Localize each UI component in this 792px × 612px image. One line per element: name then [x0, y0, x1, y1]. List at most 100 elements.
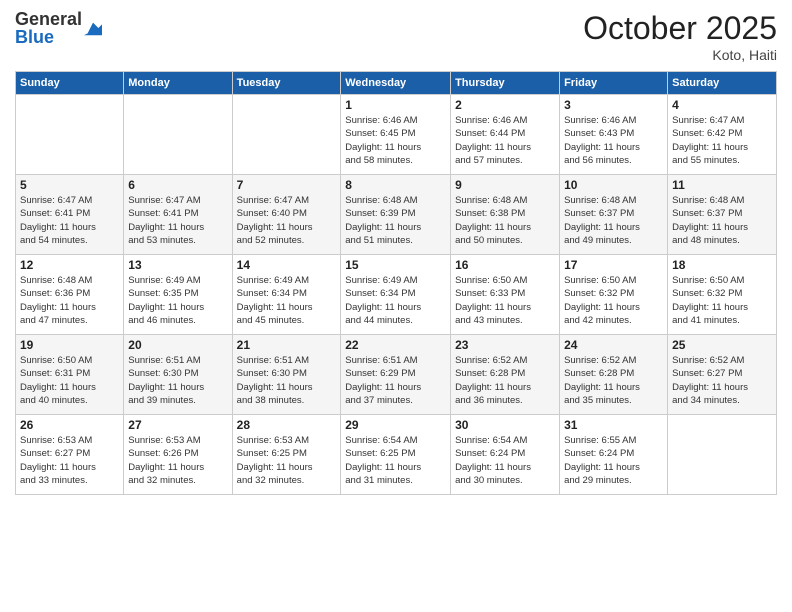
- col-sunday: Sunday: [16, 72, 124, 95]
- day-number: 7: [237, 178, 337, 192]
- header: General Blue October 2025 Koto, Haiti: [15, 10, 777, 63]
- day-number: 28: [237, 418, 337, 432]
- day-number: 30: [455, 418, 555, 432]
- logo-text: General Blue: [15, 10, 82, 46]
- day-detail: Sunrise: 6:52 AM Sunset: 6:28 PM Dayligh…: [564, 354, 663, 407]
- day-number: 21: [237, 338, 337, 352]
- day-number: 3: [564, 98, 663, 112]
- table-row: 25 Sunrise: 6:52 AM Sunset: 6:27 PM Dayli…: [668, 335, 777, 415]
- day-detail: Sunrise: 6:50 AM Sunset: 6:33 PM Dayligh…: [455, 274, 555, 327]
- day-detail: Sunrise: 6:48 AM Sunset: 6:37 PM Dayligh…: [564, 194, 663, 247]
- day-number: 5: [20, 178, 119, 192]
- day-number: 11: [672, 178, 772, 192]
- day-detail: Sunrise: 6:54 AM Sunset: 6:24 PM Dayligh…: [455, 434, 555, 487]
- day-detail: Sunrise: 6:55 AM Sunset: 6:24 PM Dayligh…: [564, 434, 663, 487]
- day-detail: Sunrise: 6:47 AM Sunset: 6:42 PM Dayligh…: [672, 114, 772, 167]
- day-detail: Sunrise: 6:54 AM Sunset: 6:25 PM Dayligh…: [345, 434, 446, 487]
- day-number: 10: [564, 178, 663, 192]
- day-detail: Sunrise: 6:52 AM Sunset: 6:28 PM Dayligh…: [455, 354, 555, 407]
- day-detail: Sunrise: 6:49 AM Sunset: 6:34 PM Dayligh…: [345, 274, 446, 327]
- table-row: 11 Sunrise: 6:48 AM Sunset: 6:37 PM Dayli…: [668, 175, 777, 255]
- table-row: 12 Sunrise: 6:48 AM Sunset: 6:36 PM Dayli…: [16, 255, 124, 335]
- day-detail: Sunrise: 6:50 AM Sunset: 6:31 PM Dayligh…: [20, 354, 119, 407]
- day-detail: Sunrise: 6:49 AM Sunset: 6:34 PM Dayligh…: [237, 274, 337, 327]
- day-detail: Sunrise: 6:48 AM Sunset: 6:39 PM Dayligh…: [345, 194, 446, 247]
- table-row: 20 Sunrise: 6:51 AM Sunset: 6:30 PM Dayli…: [124, 335, 232, 415]
- month-title: October 2025: [583, 10, 777, 47]
- day-detail: Sunrise: 6:51 AM Sunset: 6:30 PM Dayligh…: [128, 354, 227, 407]
- day-detail: Sunrise: 6:47 AM Sunset: 6:41 PM Dayligh…: [128, 194, 227, 247]
- day-detail: Sunrise: 6:51 AM Sunset: 6:30 PM Dayligh…: [237, 354, 337, 407]
- table-row: 15Sunrise: 6:49 AM Sunset: 6:34 PM Dayli…: [341, 255, 451, 335]
- table-row: 13Sunrise: 6:49 AM Sunset: 6:35 PM Dayli…: [124, 255, 232, 335]
- logo-icon: [84, 19, 102, 37]
- table-row: 10 Sunrise: 6:48 AM Sunset: 6:37 PM Dayli…: [560, 175, 668, 255]
- day-detail: Sunrise: 6:53 AM Sunset: 6:27 PM Dayligh…: [20, 434, 119, 487]
- day-detail: Sunrise: 6:48 AM Sunset: 6:37 PM Dayligh…: [672, 194, 772, 247]
- table-row: 9Sunrise: 6:48 AM Sunset: 6:38 PM Daylig…: [451, 175, 560, 255]
- table-row: [16, 95, 124, 175]
- table-row: [668, 415, 777, 495]
- day-number: 25: [672, 338, 772, 352]
- table-row: 27 Sunrise: 6:53 AM Sunset: 6:26 PM Dayli…: [124, 415, 232, 495]
- calendar-header-row: Sunday Monday Tuesday Wednesday Thursday…: [16, 72, 777, 95]
- col-saturday: Saturday: [668, 72, 777, 95]
- day-number: 4: [672, 98, 772, 112]
- day-number: 2: [455, 98, 555, 112]
- table-row: 19 Sunrise: 6:50 AM Sunset: 6:31 PM Dayli…: [16, 335, 124, 415]
- table-row: 30 Sunrise: 6:54 AM Sunset: 6:24 PM Dayli…: [451, 415, 560, 495]
- location: Koto, Haiti: [583, 47, 777, 63]
- day-detail: Sunrise: 6:48 AM Sunset: 6:36 PM Dayligh…: [20, 274, 119, 327]
- table-row: 8Sunrise: 6:48 AM Sunset: 6:39 PM Daylig…: [341, 175, 451, 255]
- table-row: 29 Sunrise: 6:54 AM Sunset: 6:25 PM Dayli…: [341, 415, 451, 495]
- calendar-week-row: 5 Sunrise: 6:47 AM Sunset: 6:41 PM Daylig…: [16, 175, 777, 255]
- day-number: 27: [128, 418, 227, 432]
- table-row: 17Sunrise: 6:50 AM Sunset: 6:32 PM Dayli…: [560, 255, 668, 335]
- table-row: 1 Sunrise: 6:46 AM Sunset: 6:45 PM Daylig…: [341, 95, 451, 175]
- day-detail: Sunrise: 6:53 AM Sunset: 6:26 PM Dayligh…: [128, 434, 227, 487]
- table-row: 31 Sunrise: 6:55 AM Sunset: 6:24 PM Dayli…: [560, 415, 668, 495]
- table-row: 24 Sunrise: 6:52 AM Sunset: 6:28 PM Dayli…: [560, 335, 668, 415]
- page: General Blue October 2025 Koto, Haiti Su…: [0, 0, 792, 612]
- day-detail: Sunrise: 6:46 AM Sunset: 6:45 PM Dayligh…: [345, 114, 446, 167]
- calendar-week-row: 12 Sunrise: 6:48 AM Sunset: 6:36 PM Dayli…: [16, 255, 777, 335]
- table-row: 2 Sunrise: 6:46 AM Sunset: 6:44 PM Daylig…: [451, 95, 560, 175]
- day-number: 19: [20, 338, 119, 352]
- day-number: 20: [128, 338, 227, 352]
- day-number: 24: [564, 338, 663, 352]
- day-detail: Sunrise: 6:51 AM Sunset: 6:29 PM Dayligh…: [345, 354, 446, 407]
- day-detail: Sunrise: 6:53 AM Sunset: 6:25 PM Dayligh…: [237, 434, 337, 487]
- day-detail: Sunrise: 6:50 AM Sunset: 6:32 PM Dayligh…: [564, 274, 663, 327]
- day-detail: Sunrise: 6:50 AM Sunset: 6:32 PM Dayligh…: [672, 274, 772, 327]
- day-detail: Sunrise: 6:49 AM Sunset: 6:35 PM Dayligh…: [128, 274, 227, 327]
- day-number: 29: [345, 418, 446, 432]
- day-number: 1: [345, 98, 446, 112]
- day-number: 12: [20, 258, 119, 272]
- logo: General Blue: [15, 10, 102, 46]
- table-row: 21 Sunrise: 6:51 AM Sunset: 6:30 PM Dayli…: [232, 335, 341, 415]
- logo-general: General: [15, 10, 82, 28]
- table-row: 5Sunrise: 6:47 AM Sunset: 6:41 PM Daylig…: [16, 175, 124, 255]
- table-row: 3 Sunrise: 6:46 AM Sunset: 6:43 PM Daylig…: [560, 95, 668, 175]
- day-detail: Sunrise: 6:46 AM Sunset: 6:44 PM Dayligh…: [455, 114, 555, 167]
- day-number: 14: [237, 258, 337, 272]
- table-row: 23Sunrise: 6:52 AM Sunset: 6:28 PM Dayli…: [451, 335, 560, 415]
- table-row: 26Sunrise: 6:53 AM Sunset: 6:27 PM Dayli…: [16, 415, 124, 495]
- table-row: 6Sunrise: 6:47 AM Sunset: 6:41 PM Daylig…: [124, 175, 232, 255]
- col-thursday: Thursday: [451, 72, 560, 95]
- day-number: 31: [564, 418, 663, 432]
- day-detail: Sunrise: 6:47 AM Sunset: 6:40 PM Dayligh…: [237, 194, 337, 247]
- table-row: 4 Sunrise: 6:47 AM Sunset: 6:42 PM Daylig…: [668, 95, 777, 175]
- table-row: [232, 95, 341, 175]
- day-detail: Sunrise: 6:52 AM Sunset: 6:27 PM Dayligh…: [672, 354, 772, 407]
- day-detail: Sunrise: 6:46 AM Sunset: 6:43 PM Dayligh…: [564, 114, 663, 167]
- table-row: 22Sunrise: 6:51 AM Sunset: 6:29 PM Dayli…: [341, 335, 451, 415]
- table-row: 28 Sunrise: 6:53 AM Sunset: 6:25 PM Dayli…: [232, 415, 341, 495]
- day-number: 18: [672, 258, 772, 272]
- calendar-week-row: 1 Sunrise: 6:46 AM Sunset: 6:45 PM Daylig…: [16, 95, 777, 175]
- table-row: 7 Sunrise: 6:47 AM Sunset: 6:40 PM Daylig…: [232, 175, 341, 255]
- col-friday: Friday: [560, 72, 668, 95]
- calendar-week-row: 26Sunrise: 6:53 AM Sunset: 6:27 PM Dayli…: [16, 415, 777, 495]
- title-block: October 2025 Koto, Haiti: [583, 10, 777, 63]
- col-wednesday: Wednesday: [341, 72, 451, 95]
